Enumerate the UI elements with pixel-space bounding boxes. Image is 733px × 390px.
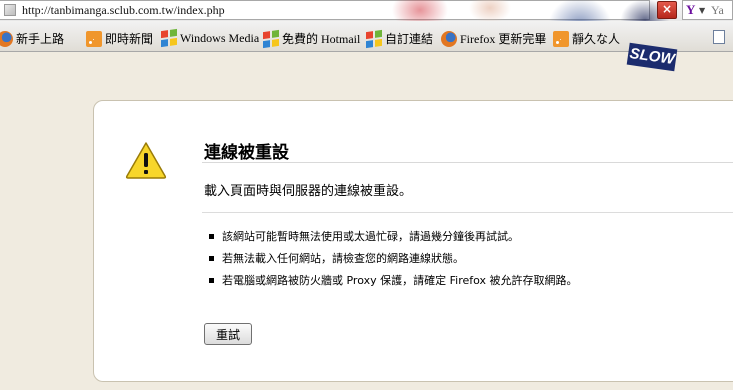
error-page-container: 連線被重設 載入頁面時與伺服器的連線被重設。 該網站可能暫時無法使用或太過忙碌，… [93,100,733,382]
bookmark-label: 新手上路 [16,32,65,46]
address-url[interactable]: http://tanbimanga.sclub.com.tw/index.php [22,3,225,18]
section-divider [202,212,733,213]
rss-icon [553,30,569,47]
list-item: 該網站可能暫時無法使用或太過忙碌，請過幾分鐘後再試試。 [207,229,578,251]
firefox-icon [441,30,457,47]
page-favicon-icon [4,4,16,16]
error-title: 連線被重設 [204,143,289,163]
bookmark-label: 即時新聞 [105,32,154,46]
yahoo-icon[interactable]: Y [686,2,695,18]
windows-icon [366,29,382,48]
error-reasons-list: 該網站可能暫時無法使用或太過忙碌，請過幾分鐘後再試試。 若無法載入任何網站，請檢… [207,229,578,295]
bookmark-item[interactable]: 自訂連結 [366,29,434,48]
stop-button[interactable]: × [657,1,677,19]
search-engine-dropdown-icon[interactable]: ▼ [699,6,705,15]
list-item: 若電腦或網路被防火牆或 Proxy 保護，請確定 Firefox 被允許存取網路… [207,273,578,295]
bookmark-item[interactable]: Windows Media [161,28,260,48]
bookmark-label: 靜久な人 [572,32,621,46]
error-description: 載入頁面時與伺服器的連線被重設。 [204,184,413,199]
windows-icon [263,29,279,48]
bookmark-item[interactable]: 新手上路 [0,30,64,47]
bookmark-item[interactable]: 免費的 Hotmail [263,29,361,48]
bookmark-label: 自訂連結 [385,32,434,46]
rss-icon [86,30,102,47]
bookmark-item[interactable]: 即時新聞 [86,30,153,47]
search-bar[interactable]: Y ▼ Ya [682,0,733,20]
firefox-icon [0,30,13,47]
bookmark-item[interactable]: 靜久な人 [553,30,620,47]
bookmarks-toolbar: 新手上路 即時新聞 Windows Media 免費的 Hotmail 自訂連結… [0,21,733,72]
try-again-button[interactable]: 重試 [204,323,252,345]
bookmark-label: 免費的 Hotmail [282,32,361,46]
warning-icon [125,142,167,179]
bookmark-item[interactable] [713,30,728,44]
search-placeholder[interactable]: Ya [711,3,724,18]
bookmark-label: Firefox 更新完畢 [460,32,547,46]
title-divider [202,162,733,163]
bookmark-label: Windows Media [180,30,260,45]
address-bar[interactable]: http://tanbimanga.sclub.com.tw/index.php [0,0,650,20]
bookmark-item[interactable]: Firefox 更新完畢 [441,30,546,47]
page-icon [713,30,725,44]
persona-slow-sign: SLOW [626,42,678,72]
list-item: 若無法載入任何網站，請檢查您的網路連線狀態。 [207,251,578,273]
windows-icon [161,28,177,48]
navigation-bar: http://tanbimanga.sclub.com.tw/index.php… [0,0,733,51]
